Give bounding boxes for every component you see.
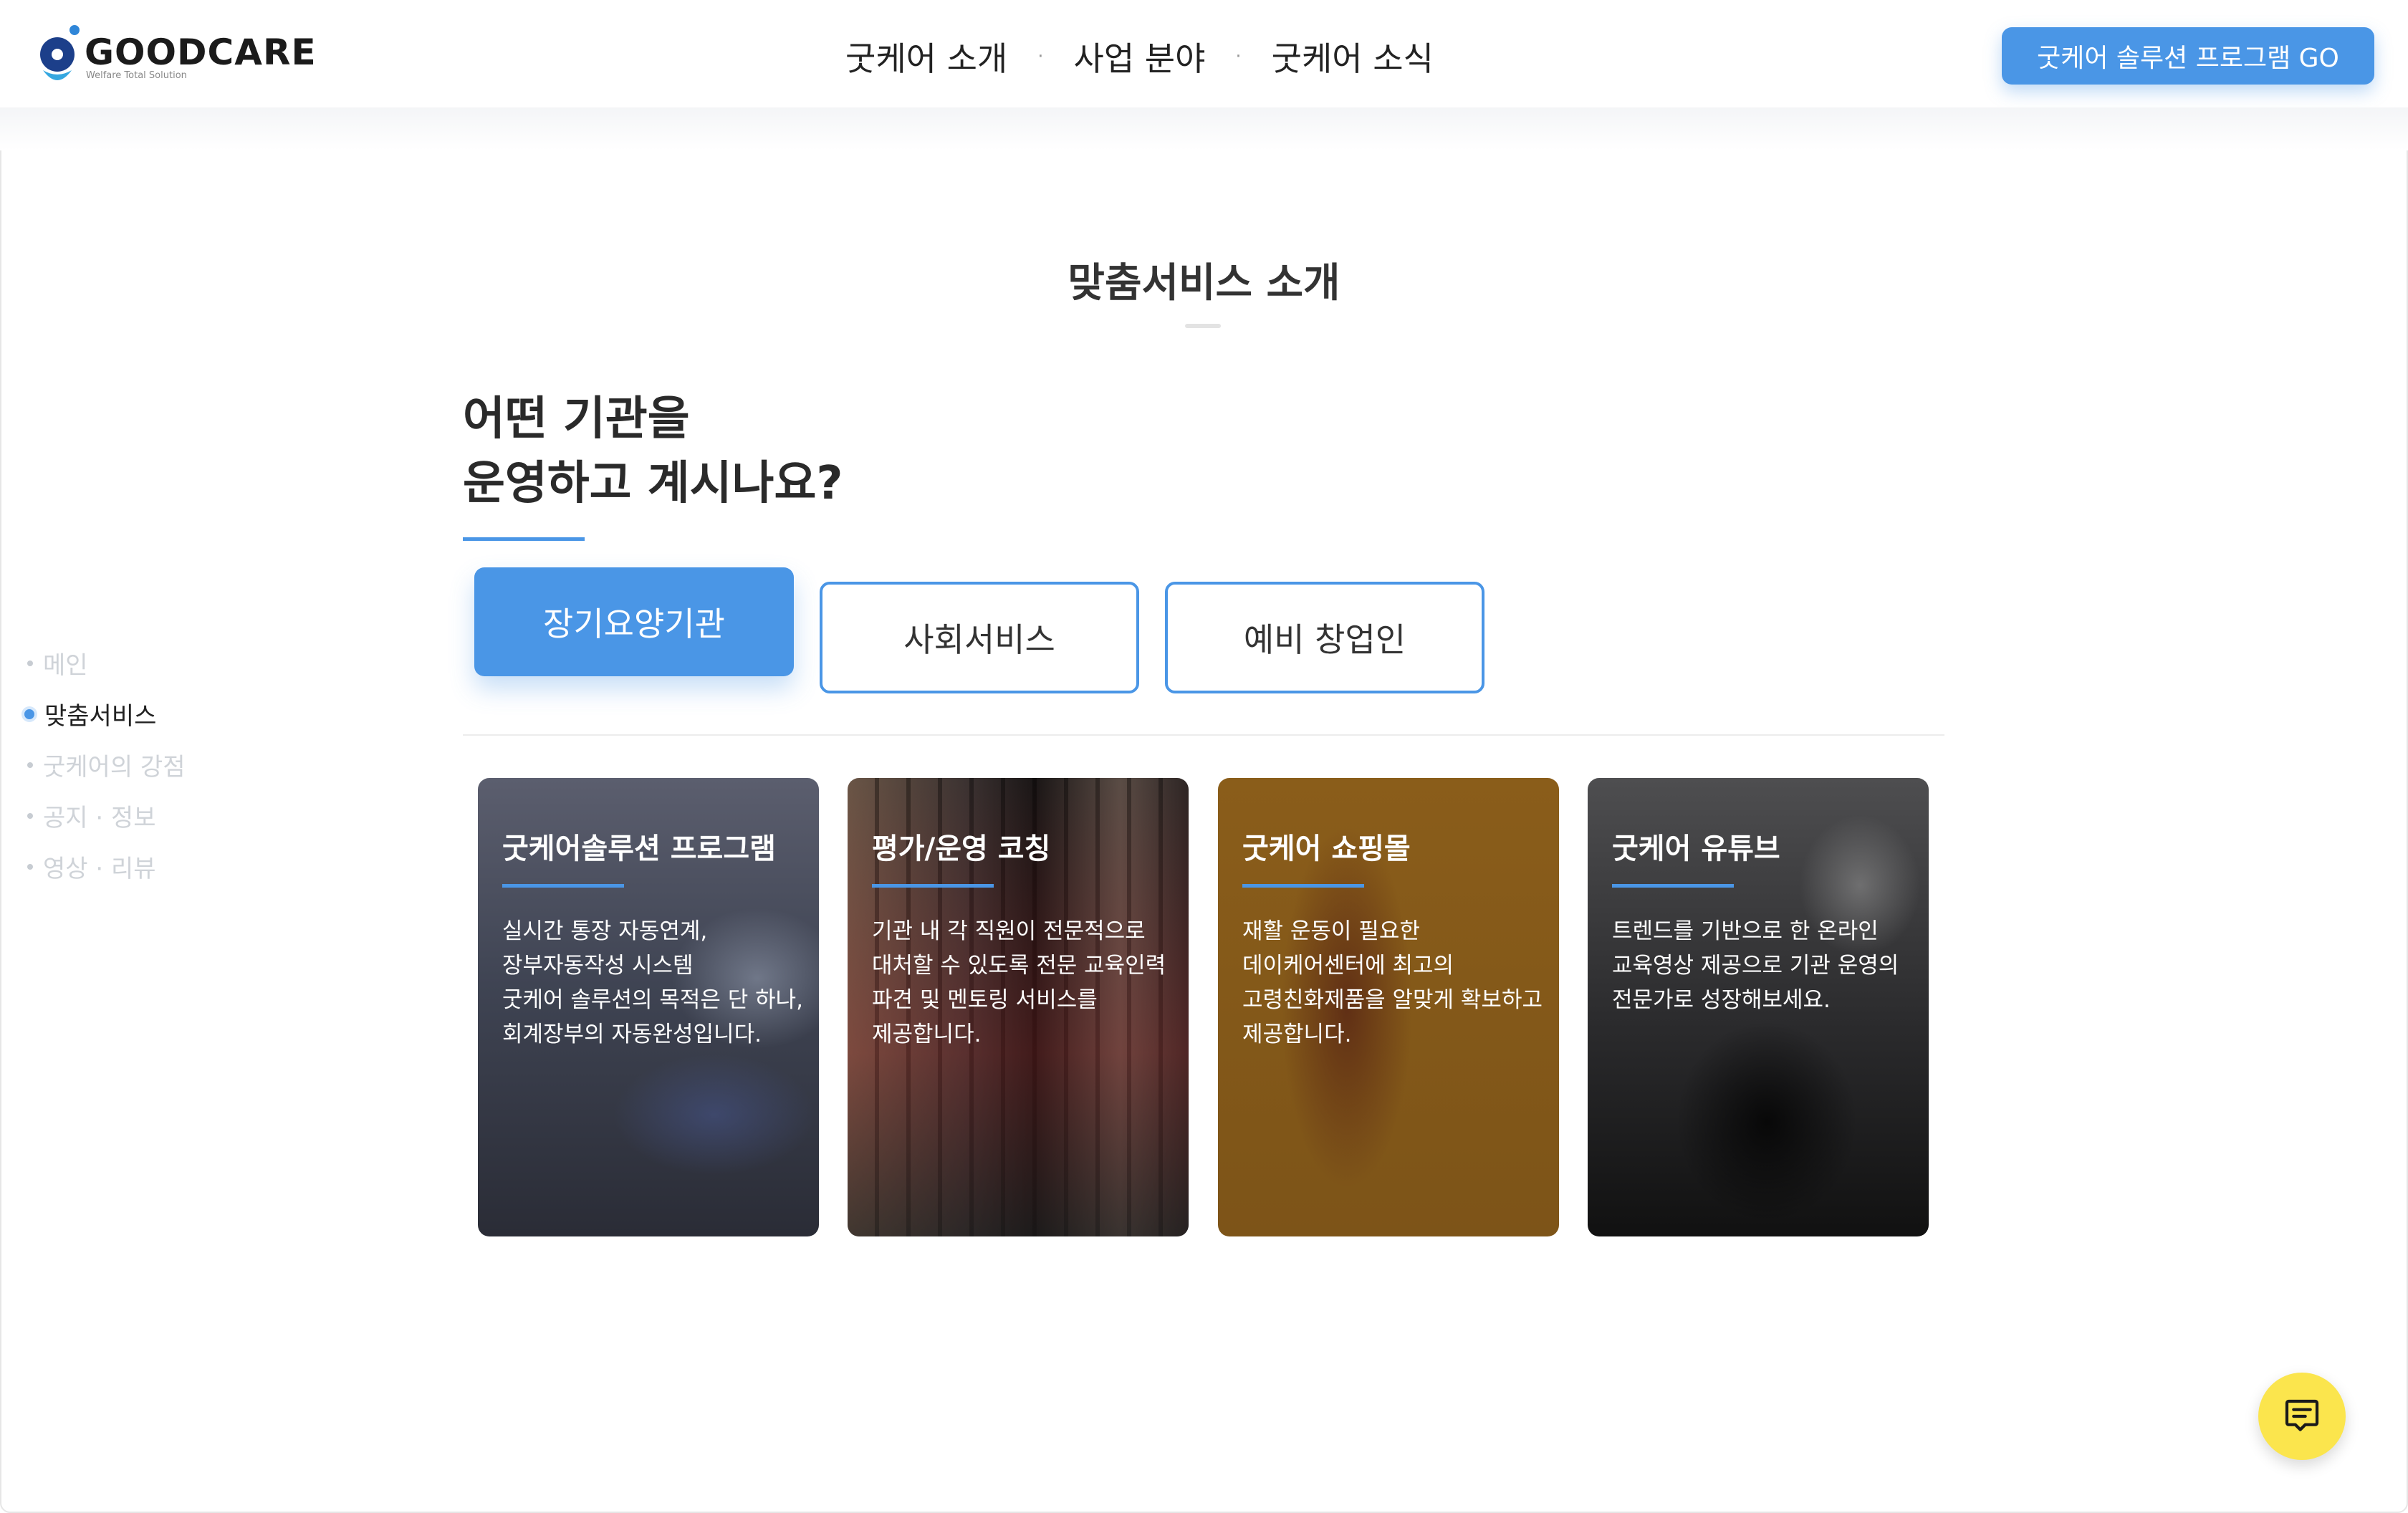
sidebar-item-label: 맞춤서비스 [44,702,157,731]
card-title-underline [502,884,624,888]
nav-separator: · [1235,46,1242,67]
card-title: 굿케어솔루션 프로그램 [502,832,776,865]
card-title: 굿케어 쇼핑몰 [1242,832,1411,865]
tab-social-service[interactable]: 사회서비스 [820,582,1139,693]
sidebar-dot-icon [27,762,33,768]
card-description-line: 전문가로 성장해보세요. [1612,987,1831,1013]
browser-frame [0,0,2408,1513]
card-title-underline [872,884,994,888]
card-solution-program[interactable]: 굿케어솔루션 프로그램 실시간 통장 자동연계, 장부자동작성 시스템 굿케어 … [478,778,819,1236]
section-title-underline [1185,324,1221,328]
card-description-line: 회계장부의 자동완성입니다. [502,1022,762,1047]
sidebar-dot-icon [27,863,33,870]
card-description-line: 제공합니다. [872,1022,982,1047]
card-title: 굿케어 유튜브 [1612,832,1780,865]
card-description-line: 트렌드를 기반으로 한 온라인 [1612,918,1879,944]
card-description-line: 실시간 통장 자동연계, [502,918,708,944]
sidebar-dot-icon [27,812,33,819]
question-heading: 어떤 기관을 운영하고 계시나요? [463,387,843,516]
card-description-line: 대처할 수 있도록 전문 교육인력 [872,953,1166,979]
question-line-2: 운영하고 계시나요? [463,457,843,510]
sidebar-item-custom-service[interactable]: 맞춤서비스 [24,688,186,739]
sidebar-item-label: 굿케어의 강점 [43,753,186,782]
card-description-line: 고령친화제품을 알맞게 확보하고 [1242,987,1543,1013]
question-underline [463,537,585,541]
card-youtube[interactable]: 굿케어 유튜브 트렌드를 기반으로 한 온라인 교육영상 제공으로 기관 운영의… [1588,778,1929,1236]
sidebar-dot-icon [27,660,33,666]
tab-long-term-care[interactable]: 장기요양기관 [474,567,794,676]
card-description-line: 장부자동작성 시스템 [502,953,694,979]
nav-news[interactable]: 굿케어 소식 [1272,33,1434,80]
card-description-line: 파견 및 멘토링 서비스를 [872,987,1098,1013]
card-description-line: 재활 운동이 필요한 [1242,918,1420,944]
card-title: 평가/운영 코칭 [872,832,1051,865]
goodcare-logo[interactable]: GOODCARE Welfare Total Solution [39,21,316,90]
solution-program-go-button[interactable]: 굿케어 솔루션 프로그램 GO [2002,27,2374,85]
card-description: 실시간 통장 자동연계, 장부자동작성 시스템 굿케어 솔루션의 목적은 단 하… [502,914,809,1052]
card-description-line: 데이케어센터에 최고의 [1242,953,1454,979]
card-description-line: 교육영상 제공으로 기관 운영의 [1612,953,1899,979]
logo-tagline: Welfare Total Solution [86,70,187,81]
sidebar-item-video-review[interactable]: 영상 · 리뷰 [24,841,186,892]
card-title-underline [1242,884,1364,888]
nav-business[interactable]: 사업 분야 [1074,33,1206,80]
site-header: GOODCARE Welfare Total Solution 굿케어 소개 ·… [0,0,2408,113]
main-nav: 굿케어 소개 · 사업 분야 · 굿케어 소식 [845,32,1434,82]
card-description-line: 제공합니다. [1242,1022,1352,1047]
card-shopping-mall[interactable]: 굿케어 쇼핑몰 재활 운동이 필요한 데이케어센터에 최고의 고령친화제품을 알… [1218,778,1559,1236]
sidebar-item-label: 메인 [43,651,88,680]
tabs-divider [463,734,1944,736]
card-description: 트렌드를 기반으로 한 온라인 교육영상 제공으로 기관 운영의 전문가로 성장… [1612,914,1919,1017]
logo-wordmark: GOODCARE [85,32,317,73]
card-title-underline [1612,884,1734,888]
chat-button[interactable] [2258,1373,2346,1460]
sidebar-item-label: 공지 · 정보 [43,804,156,832]
header-divider [0,107,2408,150]
sidebar-active-dot-icon [24,709,34,719]
sidebar-item-notice[interactable]: 공지 · 정보 [24,790,186,841]
card-description: 재활 운동이 필요한 데이케어센터에 최고의 고령친화제품을 알맞게 확보하고 … [1242,914,1549,1052]
card-evaluation-coaching[interactable]: 평가/운영 코칭 기관 내 각 직원이 전문적으로 대처할 수 있도록 전문 교… [848,778,1189,1236]
sidebar-item-main[interactable]: 메인 [24,638,186,688]
sidebar-item-label: 영상 · 리뷰 [43,855,156,883]
section-title: 맞춤서비스 소개 [1068,260,1340,307]
question-line-1: 어떤 기관을 [463,393,690,446]
section-sidebar: 메인 맞춤서비스 굿케어의 강점 공지 · 정보 영상 · 리뷰 [24,638,186,892]
card-description-line: 기관 내 각 직원이 전문적으로 [872,918,1146,944]
tab-prospective-founder[interactable]: 예비 창업인 [1165,582,1484,693]
card-description-line: 굿케어 솔루션의 목적은 단 하나, [502,987,804,1013]
nav-separator: · [1037,46,1044,67]
logo-mark-icon [40,25,80,80]
nav-about[interactable]: 굿케어 소개 [845,33,1007,80]
card-description: 기관 내 각 직원이 전문적으로 대처할 수 있도록 전문 교육인력 파견 및 … [872,914,1179,1052]
sidebar-item-strengths[interactable]: 굿케어의 강점 [24,739,186,790]
chat-icon [2285,1399,2319,1431]
